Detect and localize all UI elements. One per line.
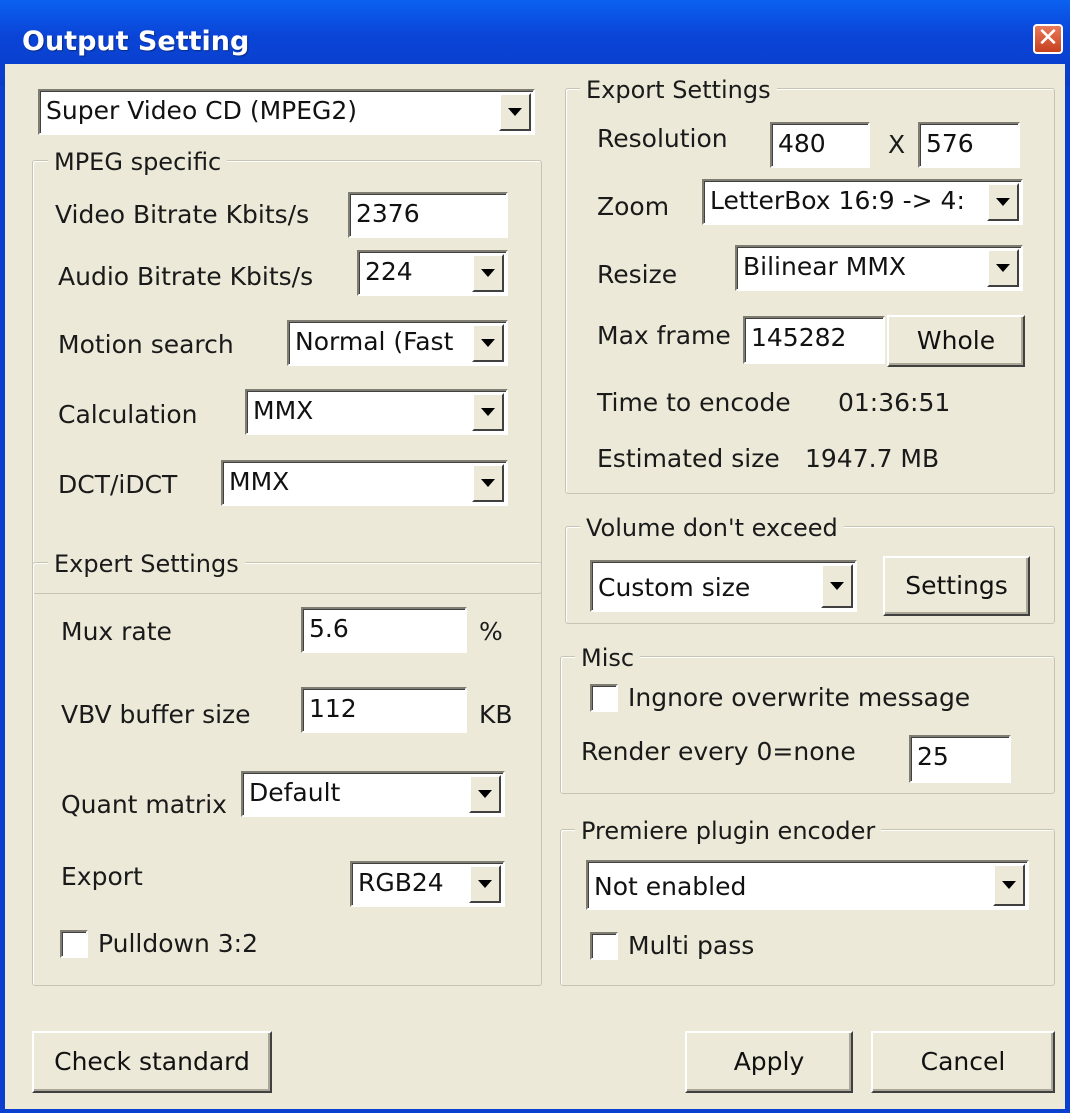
dct-label: DCT/iDCT — [58, 470, 178, 499]
chevron-down-icon[interactable] — [469, 865, 501, 903]
resize-select[interactable]: Bilinear MMX — [735, 245, 1023, 291]
volume-size-value: Custom size — [598, 573, 751, 602]
motion-search-value: Normal (Fast — [295, 327, 454, 356]
expert-settings-label: Expert Settings — [48, 550, 245, 578]
close-icon: ✕ — [1037, 23, 1059, 53]
vbv-buffer-field[interactable]: 112 — [301, 687, 467, 733]
resize-value: Bilinear MMX — [743, 252, 907, 281]
video-bitrate-label: Video Bitrate Kbits/s — [55, 200, 310, 229]
cancel-button[interactable]: Cancel — [871, 1031, 1055, 1093]
chevron-down-icon[interactable] — [472, 254, 504, 292]
premiere-encoder-select[interactable]: Not enabled — [586, 860, 1029, 910]
ignore-overwrite-label: Ingnore overwrite message — [628, 683, 971, 712]
window-title: Output Setting — [22, 26, 250, 57]
chevron-down-icon[interactable] — [472, 324, 504, 362]
calculation-select[interactable]: MMX — [245, 389, 508, 435]
mpeg-specific-label: MPEG specific — [48, 148, 228, 176]
audio-bitrate-select[interactable]: 224 — [357, 250, 508, 296]
check-standard-button-label: Check standard — [54, 1047, 250, 1076]
export-label: Export — [61, 862, 143, 891]
multi-pass-checkbox[interactable] — [590, 932, 618, 960]
mux-rate-unit: % — [479, 617, 503, 646]
resolution-label: Resolution — [597, 124, 728, 153]
whole-button[interactable]: Whole — [887, 315, 1025, 367]
mux-rate-field[interactable]: 5.6 — [301, 607, 467, 653]
max-frame-label: Max frame — [597, 321, 731, 350]
audio-bitrate-value: 224 — [365, 257, 413, 286]
volume-label: Volume don't exceed — [580, 514, 844, 542]
whole-button-label: Whole — [916, 326, 996, 355]
chevron-down-icon[interactable] — [472, 464, 504, 502]
misc-label: Misc — [575, 644, 641, 672]
volume-settings-button[interactable]: Settings — [883, 556, 1030, 616]
chevron-down-icon[interactable] — [469, 775, 501, 813]
chevron-down-icon[interactable] — [472, 393, 504, 431]
vbv-buffer-unit: KB — [479, 700, 513, 729]
export-settings-label: Export Settings — [580, 76, 777, 104]
calculation-label: Calculation — [58, 400, 198, 429]
volume-size-select[interactable]: Custom size — [590, 560, 857, 612]
resolution-x-label: X — [888, 130, 906, 159]
check-standard-button[interactable]: Check standard — [32, 1031, 272, 1093]
zoom-value: LetterBox 16:9 -> 4: — [710, 186, 965, 215]
render-every-label: Render every 0=none — [581, 737, 856, 766]
format-select[interactable]: Super Video CD (MPEG2) — [38, 89, 535, 135]
dct-select[interactable]: MMX — [221, 460, 508, 506]
apply-button-label: Apply — [733, 1047, 805, 1076]
ignore-overwrite-checkbox[interactable] — [590, 684, 618, 712]
resize-label: Resize — [597, 260, 678, 289]
dct-value: MMX — [229, 467, 290, 496]
cancel-button-label: Cancel — [920, 1047, 1006, 1076]
estimated-size-label: Estimated size — [597, 444, 780, 473]
resolution-height-field[interactable]: 576 — [918, 122, 1020, 168]
resolution-width-field[interactable]: 480 — [770, 122, 870, 168]
vbv-buffer-label: VBV buffer size — [61, 700, 251, 729]
time-to-encode-label: Time to encode — [597, 388, 791, 417]
format-select-value: Super Video CD (MPEG2) — [46, 96, 358, 125]
quant-matrix-label: Quant matrix — [61, 790, 227, 819]
motion-search-select[interactable]: Normal (Fast — [287, 320, 508, 366]
estimated-size-value: 1947.7 MB — [805, 444, 940, 473]
apply-button[interactable]: Apply — [685, 1031, 853, 1093]
audio-bitrate-label: Audio Bitrate Kbits/s — [58, 262, 314, 291]
chevron-down-icon[interactable] — [821, 564, 853, 608]
time-to-encode-value: 01:36:51 — [838, 388, 951, 417]
pulldown-checkbox[interactable] — [60, 930, 88, 958]
zoom-label: Zoom — [597, 192, 670, 221]
premiere-label: Premiere plugin encoder — [575, 817, 882, 845]
mux-rate-label: Mux rate — [61, 617, 172, 646]
chevron-down-icon[interactable] — [993, 864, 1025, 906]
chevron-down-icon[interactable] — [499, 93, 531, 131]
calculation-value: MMX — [253, 396, 314, 425]
pulldown-label: Pulldown 3:2 — [98, 929, 259, 958]
zoom-select[interactable]: LetterBox 16:9 -> 4: — [702, 179, 1023, 225]
premiere-encoder-value: Not enabled — [594, 872, 747, 901]
export-format-value: RGB24 — [358, 868, 444, 897]
quant-matrix-value: Default — [249, 778, 341, 807]
output-setting-window: Output Setting ✕ Super Video CD (MPEG2) … — [0, 0, 1070, 1113]
video-bitrate-field[interactable]: 2376 — [348, 192, 508, 238]
quant-matrix-select[interactable]: Default — [241, 771, 505, 817]
multi-pass-label: Multi pass — [628, 931, 755, 960]
chevron-down-icon[interactable] — [987, 249, 1019, 287]
volume-settings-button-label: Settings — [905, 571, 1008, 600]
close-button[interactable]: ✕ — [1033, 23, 1063, 54]
motion-search-label: Motion search — [58, 330, 234, 359]
render-every-field[interactable]: 25 — [909, 735, 1011, 783]
chevron-down-icon[interactable] — [987, 183, 1019, 221]
dialog-client-area: Super Video CD (MPEG2) MPEG specific Vid… — [5, 64, 1065, 1109]
export-format-select[interactable]: RGB24 — [350, 861, 505, 907]
max-frame-field[interactable]: 145282 — [743, 316, 885, 364]
